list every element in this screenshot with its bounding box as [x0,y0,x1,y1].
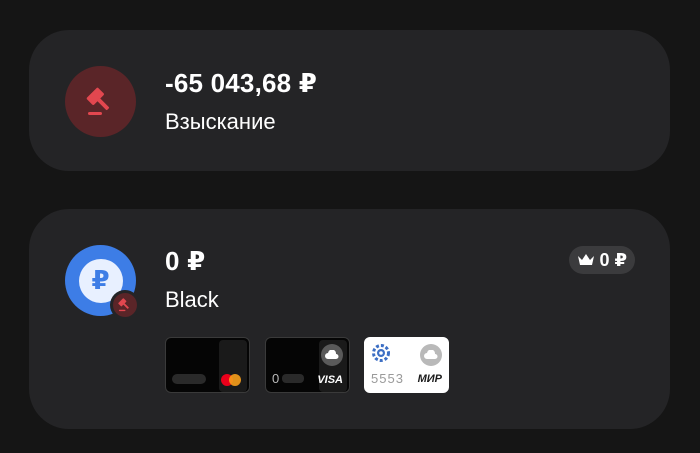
card-number: 5553 [371,371,404,386]
visa-logo: VISA [317,374,343,386]
account-label: Black [165,287,219,312]
card-number: 0 [272,371,281,386]
mastercard-logo [221,374,241,386]
debt-card[interactable]: -65 043,68 ₽ Взыскание [29,30,670,171]
gavel-icon [65,66,136,137]
debt-amount: -65 043,68 ₽ [165,68,318,98]
debt-label: Взыскание [165,109,276,134]
bonus-badge[interactable]: 0 ₽ [569,246,635,274]
crown-icon [577,253,595,267]
card-number-masked [172,374,206,384]
gear-icon [372,344,390,362]
account-amount: 0 ₽ [165,246,206,276]
visa-card[interactable]: 0 VISA [265,337,350,393]
card-number-masked [282,374,304,383]
mastercard-card[interactable] [165,337,250,393]
mir-logo: МИР [417,373,442,385]
mir-card[interactable]: 5553 МИР [364,337,449,393]
cloud-icon [420,344,442,366]
gavel-icon [113,293,137,317]
account-card[interactable]: ₽ 0 ₽ Black 0 ₽ 0 VISA 5553 МИР [29,209,670,429]
debt-status-badge [110,290,140,320]
bonus-value: 0 ₽ [599,249,627,270]
cloud-icon [321,344,343,366]
